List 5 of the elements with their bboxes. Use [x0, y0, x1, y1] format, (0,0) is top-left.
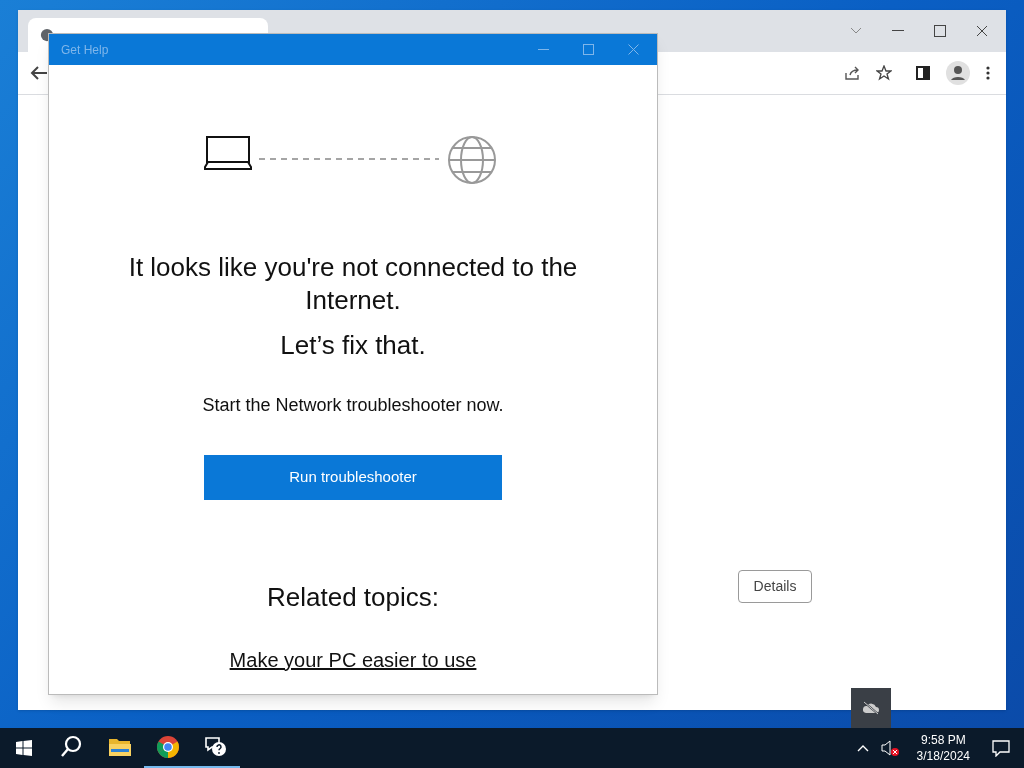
window-title: Get Help: [61, 41, 109, 59]
subheading: Let’s fix that.: [280, 329, 426, 362]
heading: It looks like you're not connected to the Internet.: [127, 251, 579, 317]
prompt-text: Start the Network troubleshooter now.: [202, 394, 504, 417]
related-topics-heading: Related topics:: [267, 581, 439, 614]
